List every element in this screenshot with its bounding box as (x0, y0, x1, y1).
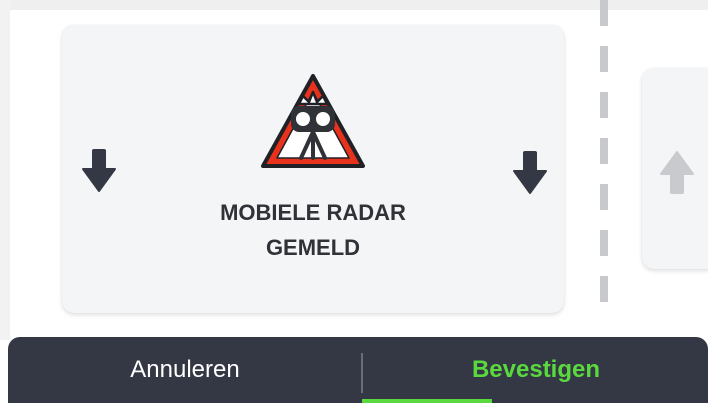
alert-title: MOBIELE RADAR GEMELD (62, 195, 564, 265)
cancel-button[interactable]: Annuleren (8, 337, 362, 403)
next-alert-card[interactable] (642, 68, 708, 269)
action-divider (361, 353, 363, 393)
alert-title-line2: GEMELD (265, 235, 361, 260)
arrow-down-icon[interactable] (81, 147, 117, 193)
dashed-separator (600, 0, 608, 320)
background-left-strip (0, 0, 10, 340)
confirm-progress-indicator (362, 399, 492, 403)
arrow-down-icon[interactable] (512, 149, 548, 195)
radar-alert-card[interactable]: MOBIELE RADAR GEMELD (62, 25, 564, 313)
mobile-radar-warning-icon (261, 74, 365, 168)
alert-title-line1: MOBIELE RADAR (220, 200, 406, 225)
action-bar: Annuleren Bevestigen (8, 337, 708, 403)
arrow-up-icon (660, 151, 694, 194)
confirm-button[interactable]: Bevestigen (364, 337, 708, 403)
